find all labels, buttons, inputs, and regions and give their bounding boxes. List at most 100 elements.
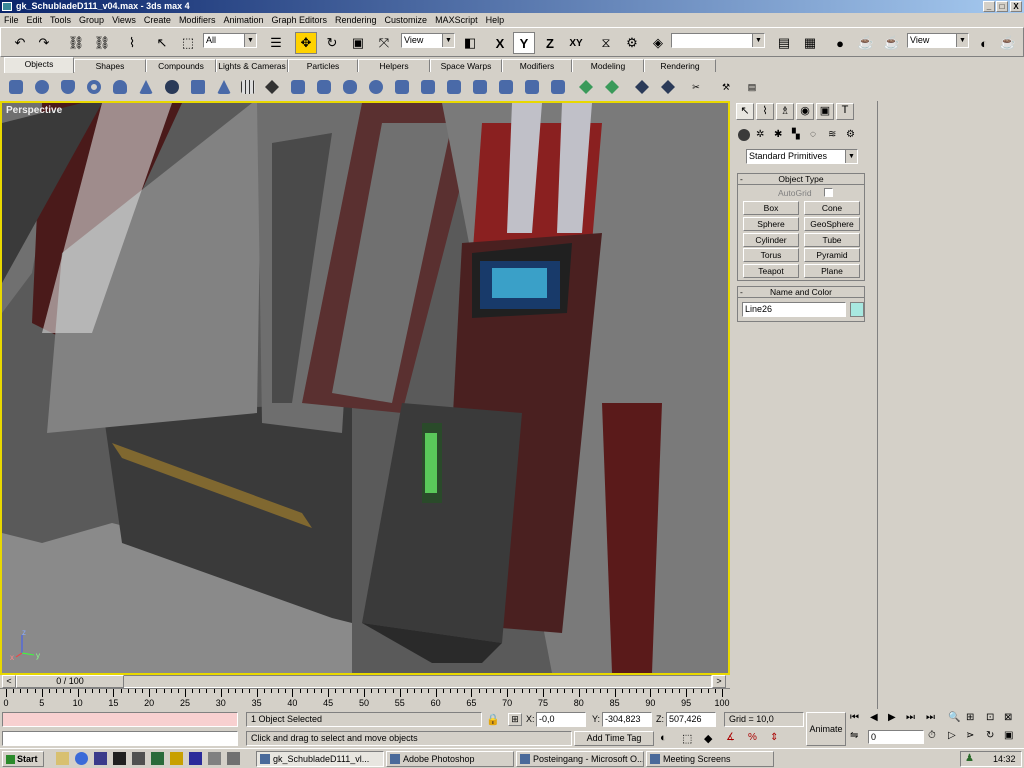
render-type-dropdown[interactable]: View (907, 33, 969, 48)
zoom-extents-all-icon[interactable]: ⊠ (1004, 712, 1012, 723)
pyramid-icon[interactable] (213, 76, 235, 98)
task-3dsmax[interactable]: gk_SchubladeD111_vl... (256, 751, 384, 767)
material-editor-icon[interactable]: ● (829, 32, 851, 54)
menu-animation[interactable]: Animation (219, 13, 267, 27)
app-icon-4[interactable] (170, 752, 183, 765)
display-tab-icon[interactable]: ▣ (816, 103, 834, 120)
max-toggle-icon[interactable]: ▣ (1004, 730, 1013, 741)
primitive-category-dropdown[interactable]: Standard Primitives (746, 149, 858, 164)
track-bar[interactable]: 0 5 10 15 20 25 30 35 40 45 50 55 60 65 70 75 80 85 90 95 10… (0, 688, 730, 710)
viewport-label[interactable]: Perspective (6, 105, 62, 116)
torus-icon[interactable] (83, 76, 105, 98)
modify-tab-icon[interactable]: ⌇ (756, 103, 774, 120)
lext-icon[interactable] (417, 76, 439, 98)
perspective-viewport[interactable]: Perspective z x y (0, 101, 730, 675)
link-icon[interactable]: ⛓ (65, 32, 87, 54)
prev-key-icon[interactable]: ◀ (870, 712, 878, 723)
align-icon[interactable]: ◈ (647, 32, 669, 54)
render-last-icon[interactable]: ◐ (973, 32, 995, 54)
app-icon-6[interactable] (208, 752, 221, 765)
spindle-icon[interactable] (391, 76, 413, 98)
restrict-z-button[interactable]: Z (539, 32, 561, 54)
render-scene-icon[interactable]: ☕ (855, 32, 877, 54)
select-scale-icon[interactable]: ▣ (347, 32, 369, 54)
tab-objects[interactable]: Objects (4, 57, 74, 73)
hedra-icon[interactable] (261, 76, 283, 98)
app-icon-3[interactable] (151, 752, 164, 765)
menu-rendering[interactable]: Rendering (331, 13, 381, 27)
quick-launch-icon[interactable] (56, 752, 69, 765)
select-move-icon[interactable]: ✥ (295, 32, 317, 54)
next-key-icon[interactable]: ⏭ (906, 712, 915, 723)
stack-icon[interactable]: ▤ (741, 76, 763, 98)
array-icon[interactable]: ⚙ (621, 32, 643, 54)
cameras-icon[interactable]: ▚ (792, 129, 800, 140)
scissors-icon[interactable]: ✂ (685, 76, 707, 98)
utilities-tab-icon[interactable]: T (836, 103, 854, 120)
percent-snap-icon[interactable]: % (748, 732, 757, 743)
hierarchy-tab-icon[interactable]: ♗ (776, 103, 794, 120)
current-frame-field[interactable]: 0 (868, 730, 924, 744)
region-select-icon[interactable]: ⬚ (177, 32, 199, 54)
systems-icon[interactable]: ⚙ (846, 129, 855, 140)
named-selection-dropdown[interactable] (671, 33, 765, 48)
undo-icon[interactable]: ↶ (9, 32, 31, 54)
redo-icon[interactable]: ↷ (33, 32, 55, 54)
reference-coord-dropdown[interactable]: View (401, 33, 455, 48)
shapes-icon[interactable]: ✲ (756, 129, 764, 140)
torus-button[interactable]: Torus (743, 248, 799, 262)
desktop-icon[interactable] (94, 752, 107, 765)
absolute-mode-icon[interactable]: ⊞ (508, 713, 522, 726)
tab-modeling[interactable]: Modeling (572, 59, 644, 72)
tab-particles[interactable]: Particles (288, 59, 358, 72)
tab-lights-cameras[interactable]: Lights & Cameras (216, 59, 288, 72)
tab-modifiers[interactable]: Modifiers (502, 59, 572, 72)
selection-filter-dropdown[interactable]: All (203, 33, 257, 48)
tab-space-warps[interactable]: Space Warps (430, 59, 502, 72)
add-time-tag-button[interactable]: Add Time Tag (574, 731, 654, 746)
restrict-xy-button[interactable]: XY (565, 32, 587, 54)
geosphere-button[interactable]: GeoSphere (804, 217, 860, 231)
menu-tools[interactable]: Tools (46, 13, 75, 27)
autogrid-checkbox[interactable] (824, 188, 833, 197)
menu-edit[interactable]: Edit (23, 13, 47, 27)
object-type-rollout[interactable]: - Object Type (737, 173, 865, 185)
user-tray-icon[interactable]: ♟ (965, 753, 974, 764)
tab-compounds[interactable]: Compounds (146, 59, 216, 72)
goto-start-icon[interactable]: ⏮ (850, 712, 859, 723)
unlink-icon[interactable]: ⛓ (91, 32, 113, 54)
x-coordinate-field[interactable]: -0,0 (536, 712, 586, 727)
close-button[interactable]: X (1010, 1, 1022, 12)
object-name-field[interactable]: Line26 (742, 302, 846, 317)
teapot-icon[interactable] (109, 76, 131, 98)
select-rotate-icon[interactable]: ↻ (321, 32, 343, 54)
pivot-center-icon[interactable]: ◧ (459, 32, 481, 54)
snap-icon[interactable]: ◆ (704, 732, 712, 745)
maxscript-input[interactable] (2, 731, 238, 746)
object-color-swatch[interactable] (850, 302, 864, 317)
zoom-icon[interactable]: 🔍 (948, 712, 960, 723)
menu-create[interactable]: Create (140, 13, 175, 27)
zoom-extents-icon[interactable]: ⊡ (986, 712, 994, 723)
gengon-icon[interactable] (443, 76, 465, 98)
plane-button[interactable]: Plane (804, 264, 860, 278)
spacewarps-icon[interactable]: ≋ (828, 129, 836, 140)
menu-modifiers[interactable]: Modifiers (175, 13, 220, 27)
maximize-button[interactable]: □ (996, 1, 1008, 12)
tube-button[interactable]: Tube (804, 233, 860, 247)
geosphere-icon[interactable] (161, 76, 183, 98)
task-meeting-screens[interactable]: Meeting Screens (646, 751, 774, 767)
fov-icon[interactable]: ⋗ (966, 730, 974, 741)
time-slider-thumb[interactable]: 0 / 100 (16, 675, 124, 688)
oiltank-icon[interactable] (339, 76, 361, 98)
tab-rendering[interactable]: Rendering (644, 59, 716, 72)
mirror-icon[interactable]: ⧖ (595, 32, 617, 54)
compound-icon[interactable] (631, 76, 653, 98)
ringwave-icon[interactable] (495, 76, 517, 98)
prism-icon[interactable] (547, 76, 569, 98)
select-by-name-icon[interactable]: ☰ (265, 32, 287, 54)
lock-selection-icon[interactable]: 🔒 (486, 713, 500, 726)
spinner-snap-icon[interactable]: ⇕ (770, 732, 778, 743)
prev-frame-button[interactable]: < (2, 675, 16, 688)
task-outlook[interactable]: Posteingang - Microsoft O... (516, 751, 644, 767)
